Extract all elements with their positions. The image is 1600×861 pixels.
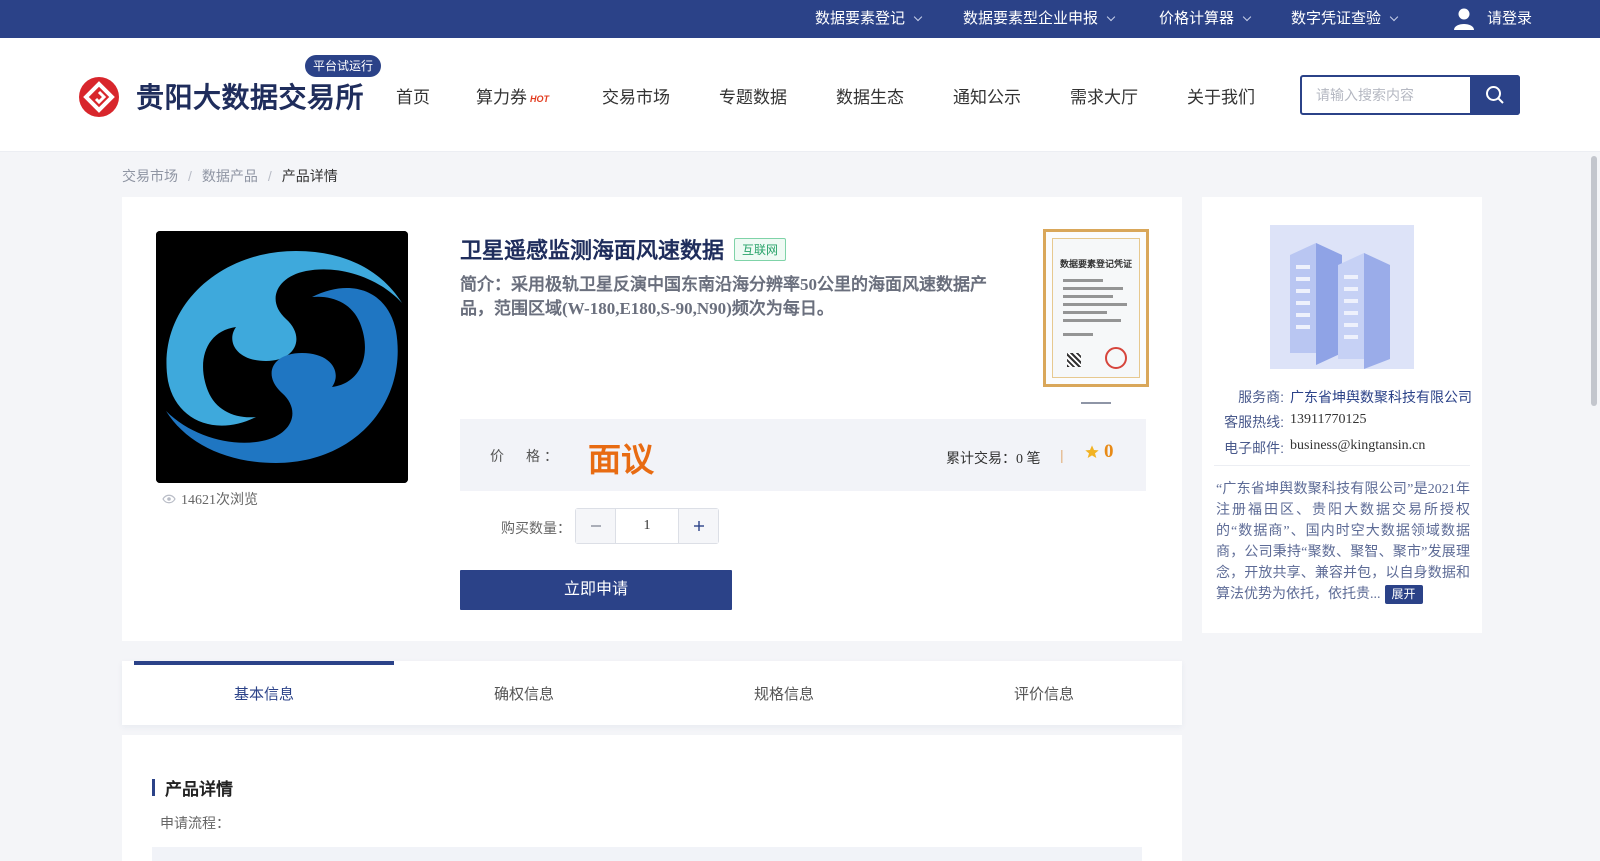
search-box	[1300, 75, 1520, 115]
topbar-certificate-check[interactable]: 数字凭证查验	[1291, 0, 1399, 38]
page-scrollbar[interactable]	[1588, 152, 1600, 861]
nav-trading-market[interactable]: 交易市场	[602, 83, 670, 108]
tab-ownership-info[interactable]: 确权信息	[394, 661, 654, 725]
official-seal-icon	[1105, 347, 1127, 369]
nav-data-ecosystem[interactable]: 数据生态	[836, 83, 904, 108]
section-accent-bar	[152, 779, 155, 796]
provider-image	[1270, 225, 1414, 369]
email-value: business@kingtansin.cn	[1290, 438, 1426, 453]
topbar-item-label: 数字凭证查验	[1291, 10, 1382, 27]
product-title-text: 卫星遥感监测海面风速数据	[460, 238, 725, 263]
search-icon	[1486, 86, 1504, 104]
scrollbar-thumb[interactable]	[1591, 156, 1597, 406]
hotline-key: 客服热线:	[1224, 414, 1284, 430]
quantity-input[interactable]: 1	[616, 509, 678, 543]
registration-certificate[interactable]: 数据要素登记凭证	[1043, 229, 1149, 387]
section-title: 产品详情	[152, 775, 233, 800]
product-title: 卫星遥感监测海面风速数据 互联网	[460, 233, 787, 265]
certificate-indicator	[1081, 402, 1111, 404]
product-image	[156, 231, 408, 483]
breadcrumb-current: 产品详情	[281, 168, 338, 184]
star-icon	[1085, 445, 1099, 458]
chevron-down-icon	[1106, 12, 1116, 22]
quantity-stepper: 1	[575, 508, 719, 544]
expand-button[interactable]: 展开	[1384, 585, 1423, 604]
trial-badge: 平台试运行	[305, 55, 382, 77]
nav-compute-voucher[interactable]: 算力券 HOT	[476, 83, 549, 108]
email-key: 电子邮件:	[1224, 440, 1284, 456]
nav-demand-hall[interactable]: 需求大厅	[1070, 83, 1138, 108]
search-button[interactable]	[1470, 75, 1520, 115]
provider-card: 服务商: 广东省坤舆数聚科技有限公司 客服热线: 13911770125 电子邮…	[1202, 197, 1482, 633]
divider: |	[1060, 447, 1064, 463]
decrease-button[interactable]	[576, 509, 616, 543]
login-label: 请登录	[1487, 10, 1533, 27]
certificate-title: 数据要素登记凭证	[1059, 259, 1132, 269]
tab-spec-info[interactable]: 规格信息	[654, 661, 914, 725]
product-detail-section: 产品详情 申请流程：	[122, 735, 1182, 861]
increase-button[interactable]	[678, 509, 718, 543]
top-utility-bar: 数据要素登记 数据要素型企业申报 价格计算器 数字凭证查验 请登录	[0, 0, 1600, 38]
product-intro: 简介：采用极轨卫星反演中国东南沿海分辨率50公里的海面风速数据产品，范围区域(W…	[460, 275, 987, 318]
price-label: 价 格：	[490, 448, 562, 464]
chevron-down-icon	[1242, 12, 1252, 22]
process-panel	[152, 847, 1142, 861]
section-title-text: 产品详情	[165, 780, 233, 799]
brand-name[interactable]: 贵阳大数据交易所	[136, 76, 364, 116]
application-process-label: 申请流程：	[160, 815, 230, 831]
detail-tabs: 基本信息 确权信息 规格信息 评价信息	[122, 661, 1182, 725]
exchange-logo-icon[interactable]	[79, 77, 119, 117]
topbar-price-calculator[interactable]: 价格计算器	[1159, 0, 1252, 38]
topbar-data-registration[interactable]: 数据要素登记	[815, 0, 923, 38]
chevron-down-icon	[913, 12, 923, 22]
user-icon	[1454, 8, 1474, 30]
divider	[1214, 465, 1470, 466]
breadcrumb-trading-market[interactable]: 交易市场	[122, 168, 178, 184]
eye-icon	[162, 494, 176, 504]
product-card: 14621次浏览 卫星遥感监测海面风速数据 互联网 简介：采用极轨卫星反演中国东…	[122, 197, 1182, 641]
breadcrumb-data-products[interactable]: 数据产品	[202, 168, 258, 184]
tab-reviews[interactable]: 评价信息	[914, 661, 1174, 725]
search-input[interactable]	[1302, 77, 1472, 113]
chevron-down-icon	[1389, 12, 1399, 22]
view-count: 14621次浏览	[162, 489, 258, 509]
login-link[interactable]: 请登录	[1453, 0, 1532, 38]
nav-about-us[interactable]: 关于我们	[1187, 83, 1255, 108]
nav-notices[interactable]: 通知公示	[953, 83, 1021, 108]
plus-icon	[693, 521, 704, 531]
nav-home[interactable]: 首页	[396, 83, 430, 108]
provider-name-link[interactable]: 广东省坤舆数聚科技有限公司	[1290, 387, 1472, 407]
minus-icon	[590, 525, 601, 527]
trade-count: 累计交易：0 笔	[946, 452, 1041, 467]
tab-basic-info[interactable]: 基本信息	[134, 661, 394, 725]
topbar-enterprise-apply[interactable]: 数据要素型企业申报	[963, 0, 1116, 38]
view-count-label: 14621次浏览	[181, 493, 258, 508]
breadcrumb: 交易市场 / 数据产品 / 产品详情	[122, 168, 338, 184]
category-tag: 互联网	[734, 237, 787, 261]
price-panel: 价 格： 面议 累计交易：0 笔 | 0	[460, 419, 1146, 491]
nav-label: 算力券	[476, 88, 527, 107]
provider-description: “广东省坤舆数聚科技有限公司”是2021年注册福田区、贵阳大数据交易所授权的“数…	[1216, 479, 1470, 605]
price-value: 面议	[588, 441, 654, 478]
rating: 0	[1084, 441, 1114, 463]
apply-button[interactable]: 立即申请	[460, 570, 732, 610]
qr-code-icon	[1067, 353, 1081, 367]
building-icon	[1270, 225, 1414, 369]
nav-topic-data[interactable]: 专题数据	[719, 83, 787, 108]
quantity-label: 购买数量：	[501, 520, 571, 536]
site-header: 贵阳大数据交易所 平台试运行 首页 算力券 HOT 交易市场 专题数据 数据生态 …	[0, 38, 1600, 152]
provider-description-text: “广东省坤舆数聚科技有限公司”是2021年注册福田区、贵阳大数据交易所授权的“数…	[1216, 482, 1470, 602]
rating-value: 0	[1104, 441, 1114, 462]
hotline-value: 13911770125	[1290, 412, 1367, 427]
hot-badge-icon: HOT	[530, 93, 549, 104]
topbar-item-label: 价格计算器	[1159, 10, 1235, 27]
product-logo-icon	[156, 231, 408, 483]
topbar-item-label: 数据要素型企业申报	[963, 10, 1099, 27]
topbar-item-label: 数据要素登记	[815, 10, 906, 27]
provider-key: 服务商:	[1238, 389, 1284, 405]
